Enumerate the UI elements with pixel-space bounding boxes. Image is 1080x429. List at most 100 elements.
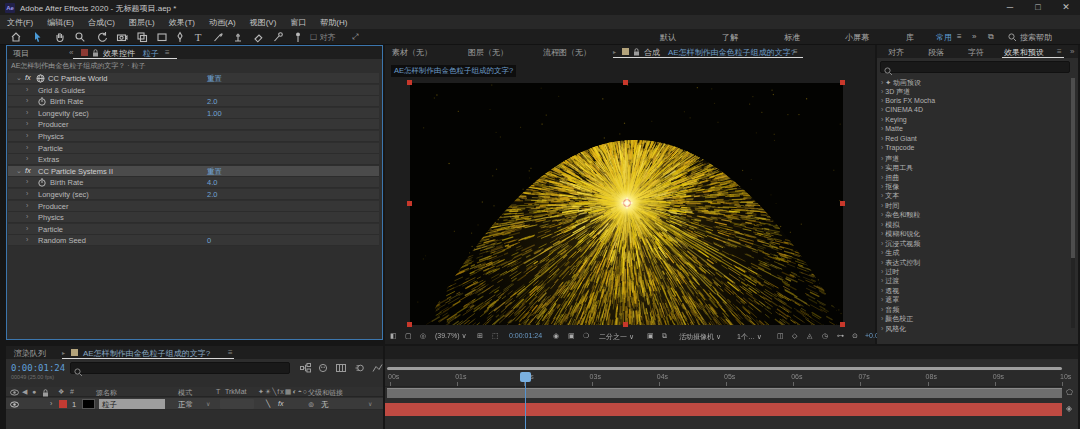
graph-editor-icon[interactable]: [372, 363, 383, 373]
tab-align[interactable]: 对齐: [888, 47, 904, 58]
shape-tool[interactable]: [154, 30, 170, 44]
effects-category[interactable]: › 音频: [881, 305, 899, 314]
flowchart-icon[interactable]: ⊶: [837, 332, 844, 340]
resolution-dropdown[interactable]: 二分之一 ∨: [599, 332, 634, 342]
workspace-active[interactable]: 常用: [936, 32, 952, 43]
effect-property-row[interactable]: ›Birth Rate4.0: [8, 177, 379, 188]
effects-category[interactable]: › CINEMA 4D: [881, 106, 923, 115]
layer-name-input[interactable]: 粒子: [99, 399, 165, 409]
comp-button-icon[interactable]: ◈: [1066, 404, 1072, 413]
reset-exposure-icon[interactable]: ⊙: [852, 332, 858, 340]
tab-render-queue[interactable]: 渲染队列: [14, 348, 46, 359]
channels-icon[interactable]: ❍: [583, 332, 589, 340]
magnify-icon[interactable]: ◎: [420, 332, 426, 340]
effects-category[interactable]: › 时间: [881, 201, 899, 210]
effects-category[interactable]: › 模糊和锐化: [881, 229, 920, 238]
time-navigator[interactable]: [387, 367, 1062, 370]
hand-tool[interactable]: [52, 30, 68, 44]
work-area-bar[interactable]: [387, 388, 1062, 398]
effects-category[interactable]: › 表达式控制: [881, 258, 920, 267]
mask-icon[interactable]: ⬚: [492, 332, 499, 340]
tab-paragraph[interactable]: 段落: [928, 47, 944, 58]
mode-dropdown-arrow[interactable]: ∨: [206, 400, 210, 407]
effects-category[interactable]: › 遮罩: [881, 295, 899, 304]
effects-category[interactable]: › 3D 声道: [881, 87, 910, 96]
tabs-more[interactable]: »: [1070, 47, 1074, 56]
pen-tool[interactable]: [172, 30, 188, 44]
camera-dropdown[interactable]: 活动摄像机 ∨: [679, 332, 721, 342]
search-help[interactable]: 搜索帮助: [1020, 32, 1052, 43]
effects-category[interactable]: › 风格化: [881, 324, 906, 333]
layer-mode[interactable]: 正常: [178, 400, 193, 410]
tab-project[interactable]: 项目: [13, 48, 29, 59]
effect-property-row[interactable]: ›Particle: [8, 143, 379, 154]
expand-icon[interactable]: ⤢: [352, 32, 358, 42]
effects-category[interactable]: › Red Giant: [881, 135, 917, 144]
eraser-tool[interactable]: [250, 30, 266, 44]
selection-handle[interactable]: [840, 322, 845, 327]
menu-item[interactable]: 动画(A): [202, 15, 243, 28]
transparency-grid-icon[interactable]: ⧉: [662, 332, 667, 340]
effect-header[interactable]: ⌄fxCC Particle World重置: [8, 73, 379, 84]
fx-switch[interactable]: fx: [278, 400, 283, 407]
channel-icon[interactable]: ◧: [390, 332, 397, 340]
selection-handle[interactable]: [840, 80, 845, 85]
parent-column[interactable]: 父级和链接: [308, 388, 343, 398]
effects-search-input[interactable]: [880, 61, 1070, 73]
effect-property-row[interactable]: ›Producer: [8, 201, 379, 212]
layer-duration-bar[interactable]: [385, 403, 1062, 416]
comp-marker-icon[interactable]: ⬠: [1066, 388, 1073, 397]
menu-item[interactable]: 合成(C): [81, 15, 122, 28]
close-button[interactable]: ✕: [1052, 0, 1080, 15]
menu-item[interactable]: 视图(V): [243, 15, 284, 28]
composition-canvas[interactable]: [410, 83, 843, 325]
tab-character[interactable]: 字符: [968, 47, 984, 58]
panel-menu-icon[interactable]: ≡: [1057, 47, 1062, 56]
shy-icon[interactable]: [318, 363, 329, 373]
viewer-timecode[interactable]: 0:00:01:24: [509, 332, 542, 339]
effects-category[interactable]: › 抠像: [881, 182, 899, 191]
effect-header[interactable]: ⌄fxCC Particle Systems II重置: [8, 166, 379, 177]
comp-breadcrumb[interactable]: AE怎样制作由金色粒子组成的文字?: [391, 65, 516, 77]
effect-property-row[interactable]: ›Birth Rate2.0: [8, 96, 379, 107]
panel-menu-icon[interactable]: ≡: [228, 348, 233, 357]
effects-category[interactable]: › 透视: [881, 286, 899, 295]
layer-expand-arrow[interactable]: ›: [50, 400, 52, 407]
selection-handle[interactable]: [623, 322, 628, 327]
effect-property-row[interactable]: ›Physics: [8, 131, 379, 142]
effect-property-row[interactable]: ›Longevity (sec)1.00: [8, 108, 379, 119]
workspace-tab[interactable]: 小屏幕: [845, 32, 869, 43]
brush-tool[interactable]: [210, 30, 226, 44]
effect-property-row[interactable]: ›Random Seed0: [8, 235, 379, 246]
layer-parent[interactable]: 无: [321, 400, 329, 410]
current-timecode[interactable]: 0:00:01:24: [11, 363, 65, 373]
selection-tool[interactable]: [30, 30, 46, 44]
effects-category[interactable]: › Boris FX Mocha: [881, 97, 935, 106]
lock-icon[interactable]: [633, 48, 640, 56]
preview-icon[interactable]: ▢: [405, 332, 412, 340]
trkmat-column[interactable]: TrkMat: [225, 388, 247, 395]
parent-dropdown-arrow[interactable]: ∨: [368, 400, 372, 407]
type-tool[interactable]: T: [190, 30, 206, 44]
effects-category[interactable]: › Trapcode: [881, 144, 914, 153]
selection-handle[interactable]: [840, 201, 845, 206]
source-name-column[interactable]: 源名称: [96, 388, 117, 398]
workspace-menu-icon[interactable]: ≡: [957, 32, 962, 41]
frame-blend-icon[interactable]: [336, 363, 347, 373]
panel-menu-icon[interactable]: ≡: [793, 47, 798, 56]
workspace-tab[interactable]: 了解: [722, 32, 738, 43]
menu-item[interactable]: 窗口: [283, 15, 313, 28]
effects-category[interactable]: › 声道: [881, 154, 899, 163]
workspace-switch-icon[interactable]: ⧉: [988, 32, 994, 42]
selection-handle[interactable]: [407, 80, 412, 85]
effects-category[interactable]: › 颜色校正: [881, 314, 913, 323]
timeline-icon[interactable]: ◷: [822, 332, 828, 340]
collapse-tabs-icon[interactable]: «: [69, 48, 73, 57]
show-snapshot-icon[interactable]: ▣: [568, 332, 575, 340]
zoom-level-dropdown[interactable]: (39.7%) ∨: [435, 332, 467, 340]
effects-category[interactable]: › 实用工具: [881, 163, 913, 172]
selection-handle[interactable]: [407, 322, 412, 327]
menu-item[interactable]: 图层(L): [122, 15, 162, 28]
tab-layer[interactable]: 图层（无）: [468, 47, 508, 58]
selection-handle[interactable]: [623, 80, 628, 85]
